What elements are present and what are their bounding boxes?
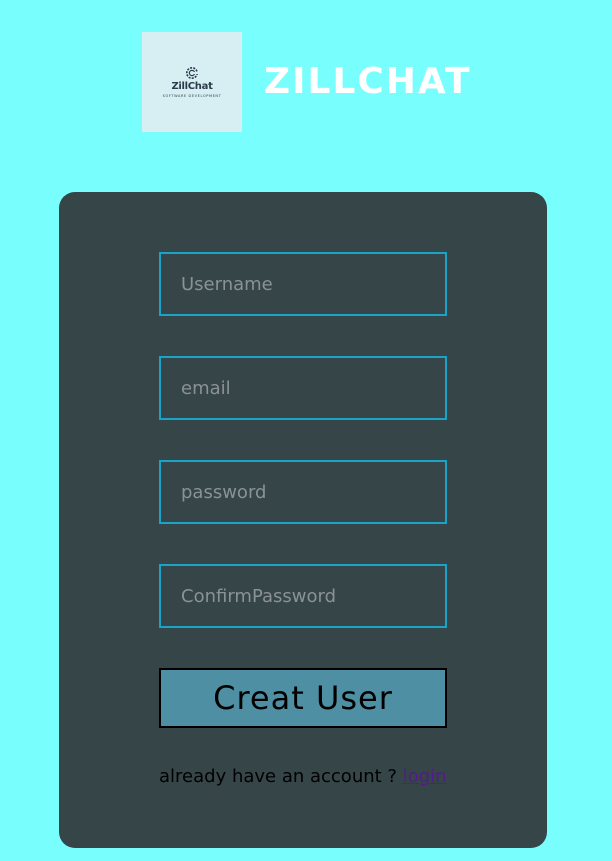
confirm-password-input[interactable] [159,564,447,628]
gear-icon [184,66,200,80]
email-input[interactable] [159,356,447,420]
logo-name: ZillChat [171,81,213,92]
create-user-button[interactable]: Creat User [159,668,447,728]
logo: ZillChat SOFTWARE DEVELOPMENT [142,32,242,132]
app-title: ZILLCHAT [264,61,472,102]
logo-tagline: SOFTWARE DEVELOPMENT [162,94,222,98]
signup-card: Creat User already have an account ? log… [59,192,547,848]
login-prompt-row: already have an account ? login [159,766,447,787]
brand-header: ZillChat SOFTWARE DEVELOPMENT ZILLCHAT [142,32,472,132]
login-link[interactable]: login [403,766,447,787]
password-input[interactable] [159,460,447,524]
username-input[interactable] [159,252,447,316]
login-prompt-text: already have an account ? [159,766,403,787]
